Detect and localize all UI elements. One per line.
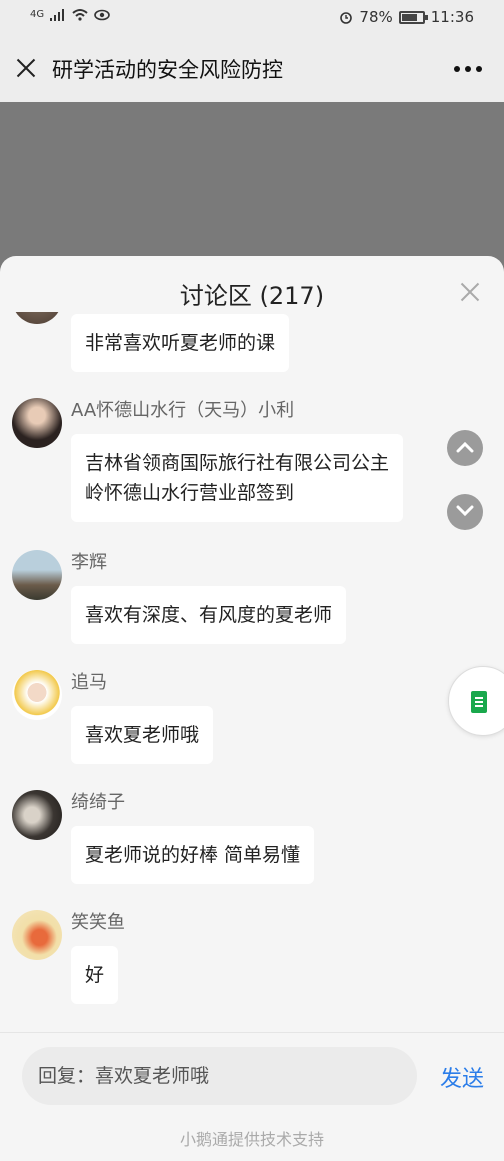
avatar: [12, 790, 62, 840]
document-icon: [471, 691, 487, 713]
eye-icon: [94, 9, 110, 20]
support-footer: 小鹅通提供技术支持: [179, 1130, 324, 1149]
discussion-panel: 讨论区 (217) 非常喜欢听夏老师的课 AA怀德山水行（天马）小利 吉林省领商…: [0, 256, 504, 1161]
scroll-down-button[interactable]: [447, 494, 483, 530]
sender-name: 笑笑鱼: [71, 912, 125, 933]
avatar: [12, 670, 62, 720]
avatar: [12, 910, 62, 960]
sender-name: 李辉: [71, 552, 107, 573]
message-bubble: 喜欢有深度、有风度的夏老师: [71, 586, 347, 644]
battery-icon: [398, 10, 428, 24]
more-options-icon[interactable]: [454, 66, 482, 72]
title-bar: 研学活动的安全风险防控: [0, 36, 504, 102]
avatar: [12, 550, 62, 600]
clock-time: 11:36: [430, 8, 474, 26]
message-bubble: 夏老师说的好棒 简单易懂: [71, 826, 315, 884]
avatar: [12, 312, 62, 324]
send-button[interactable]: 发送: [440, 1061, 484, 1093]
panel-close-icon[interactable]: [460, 282, 480, 302]
discussion-title: 讨论区 (217): [179, 282, 325, 310]
scroll-up-button[interactable]: [447, 430, 483, 466]
signal-icon: [50, 8, 65, 21]
status-bar: 4G 78% 11:36: [0, 0, 504, 36]
chevron-up-icon: [456, 441, 474, 453]
wifi-icon: [72, 9, 88, 21]
close-icon[interactable]: [14, 56, 38, 80]
battery-percent: 78%: [359, 8, 393, 26]
sender-name: AA怀德山水行（天马）小利: [71, 400, 295, 421]
network-label: 4G: [30, 9, 45, 20]
avatar: [12, 398, 62, 448]
message-bubble: 喜欢夏老师哦: [71, 706, 214, 764]
reply-input[interactable]: 回复：喜欢夏老师哦: [22, 1047, 417, 1105]
chevron-down-icon: [456, 505, 474, 517]
message-bubble: 吉林省领商国际旅行社有限公司公主 岭怀德山水行营业部签到: [71, 434, 404, 522]
video-area: [0, 102, 504, 272]
page-title: 研学活动的安全风险防控: [52, 58, 283, 82]
message-list[interactable]: 非常喜欢听夏老师的课 AA怀德山水行（天马）小利 吉林省领商国际旅行社有限公司公…: [0, 312, 504, 1032]
sender-name: 绮绮子: [71, 792, 125, 813]
reply-bar: 回复：喜欢夏老师哦 发送: [0, 1032, 504, 1118]
alarm-icon: [340, 12, 353, 24]
message-bubble: 好: [71, 946, 119, 1004]
message-bubble: 非常喜欢听夏老师的课: [71, 314, 290, 372]
sender-name: 追马: [71, 672, 107, 693]
